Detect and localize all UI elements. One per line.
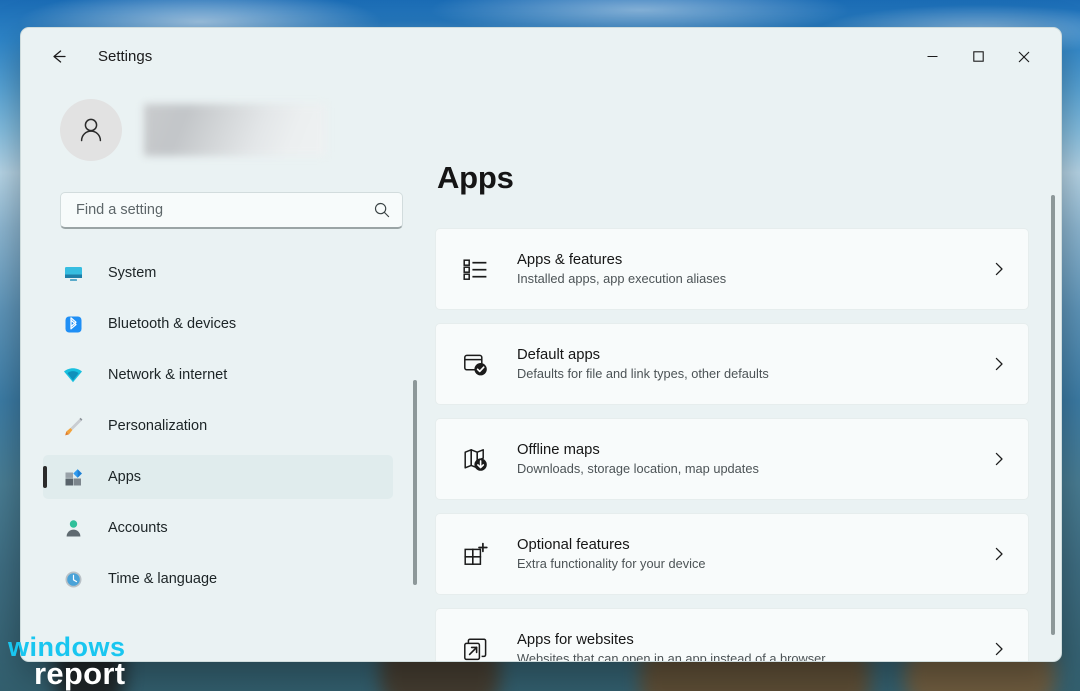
card-apps-and-features[interactable]: Apps & features Installed apps, app exec… [435,228,1029,310]
sidebar-nav-list: System Bluetooth & devices [43,251,405,601]
sidebar-item-label: Time & language [108,571,217,587]
card-default-apps[interactable]: Default apps Defaults for file and link … [435,323,1029,405]
window-check-icon [458,352,492,377]
search-icon[interactable] [373,201,391,219]
close-button[interactable] [1001,37,1047,77]
chevron-right-icon[interactable] [988,546,1010,562]
back-button[interactable] [39,40,77,74]
bluetooth-icon [60,314,86,335]
desktop-wallpaper: Settings [0,0,1080,691]
monitor-icon [60,263,86,284]
sidebar-item-bluetooth-devices[interactable]: Bluetooth & devices [43,302,393,346]
list-bullets-icon [458,257,492,282]
sidebar-item-label: Personalization [108,418,207,434]
settings-window: Settings [20,27,1062,662]
sidebar-item-label: Network & internet [108,367,227,383]
settings-card-list: Apps & features Installed apps, app exec… [435,228,1049,662]
chevron-right-icon[interactable] [988,261,1010,277]
grid-plus-icon [458,542,492,567]
card-apps-for-websites[interactable]: Apps for websites Websites that can open… [435,608,1029,662]
page-title: Apps [437,160,1049,196]
sidebar-item-time-language[interactable]: Time & language [43,557,393,601]
sidebar-item-label: System [108,265,156,281]
card-text: Apps for websites Websites that can open… [517,632,988,662]
card-subtitle: Installed apps, app execution aliases [517,271,988,286]
wifi-icon [60,364,86,386]
card-text: Optional features Extra functionality fo… [517,537,988,571]
card-offline-maps[interactable]: Offline maps Downloads, storage location… [435,418,1029,500]
search-box[interactable] [60,192,403,229]
content-scrollbar-thumb[interactable] [1051,195,1055,635]
close-icon [1017,50,1031,64]
window-controls [909,28,1061,85]
card-text: Apps & features Installed apps, app exec… [517,252,988,286]
card-optional-features[interactable]: Optional features Extra functionality fo… [435,513,1029,595]
clock-icon [60,569,86,590]
sidebar-item-accounts[interactable]: Accounts [43,506,393,550]
card-subtitle: Downloads, storage location, map updates [517,461,988,476]
minimize-button[interactable] [909,37,955,77]
sidebar-item-system[interactable]: System [43,251,393,295]
sidebar-item-label: Accounts [108,520,168,536]
app-title: Settings [98,48,152,65]
apps-icon [60,467,86,488]
sidebar-item-personalization[interactable]: Personalization [43,404,393,448]
maximize-button[interactable] [955,37,1001,77]
chevron-right-icon[interactable] [988,451,1010,467]
card-subtitle: Defaults for file and link types, other … [517,366,988,381]
content-scrollbar[interactable] [1047,195,1059,662]
account-row[interactable] [60,99,405,161]
sidebar-item-apps[interactable]: Apps [43,455,393,499]
card-subtitle: Websites that can open in an app instead… [517,651,988,662]
sidebar-scrollbar-thumb[interactable] [413,380,417,585]
window-body: System Bluetooth & devices [21,85,1061,661]
sidebar: System Bluetooth & devices [21,85,421,661]
external-link-icon [458,637,492,662]
search-input[interactable] [76,202,373,218]
paintbrush-icon [60,416,86,437]
card-title: Offline maps [517,442,988,458]
sidebar-scrollbar[interactable] [409,352,421,602]
watermark-line-2: report [34,660,126,687]
account-name-redacted [144,104,326,156]
person-avatar-icon [74,113,108,147]
card-title: Optional features [517,537,988,553]
person-icon [60,518,86,539]
chevron-right-icon[interactable] [988,641,1010,657]
chevron-right-icon[interactable] [988,356,1010,372]
content-pane: Apps [421,85,1061,661]
card-title: Default apps [517,347,988,363]
back-arrow-icon [49,47,68,66]
sidebar-item-label: Apps [108,469,141,485]
card-text: Offline maps Downloads, storage location… [517,442,988,476]
card-subtitle: Extra functionality for your device [517,556,988,571]
minimize-icon [926,50,939,63]
maximize-icon [972,50,985,63]
sidebar-item-network-internet[interactable]: Network & internet [43,353,393,397]
card-text: Default apps Defaults for file and link … [517,347,988,381]
card-title: Apps & features [517,252,988,268]
map-download-icon [458,447,492,472]
title-bar: Settings [21,28,1061,85]
avatar [60,99,122,161]
sidebar-item-label: Bluetooth & devices [108,316,236,332]
card-title: Apps for websites [517,632,988,648]
